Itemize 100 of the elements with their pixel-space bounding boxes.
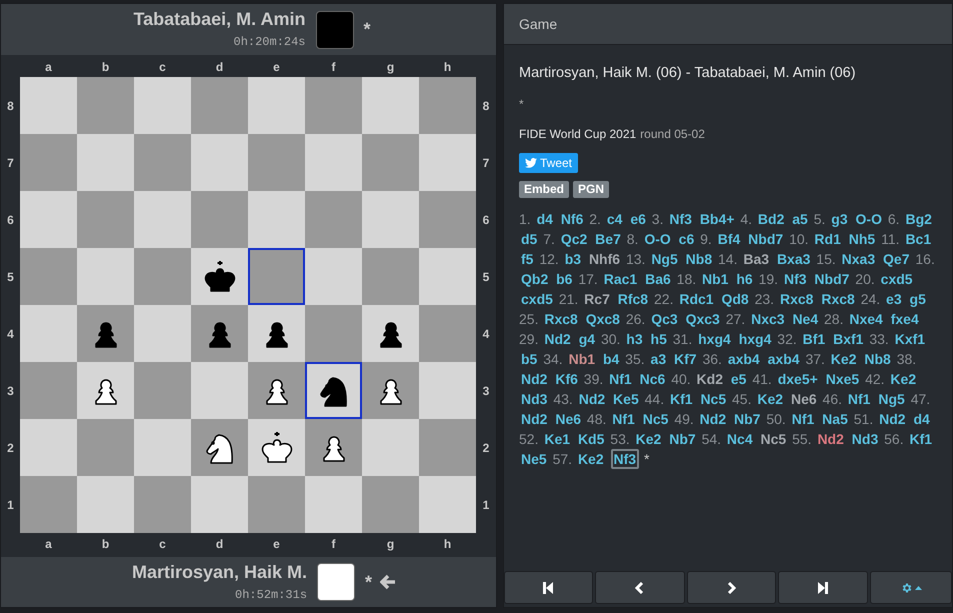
- last-move-button[interactable]: [778, 571, 868, 604]
- move[interactable]: Nd2: [520, 370, 548, 387]
- move[interactable]: Bxa3: [776, 250, 812, 267]
- move[interactable]: Rdc1: [678, 290, 715, 307]
- move[interactable]: g3: [830, 210, 849, 227]
- board-square[interactable]: [191, 419, 248, 476]
- move[interactable]: Nb1: [568, 350, 596, 367]
- move[interactable]: Nc6: [638, 370, 666, 387]
- move[interactable]: Kf6: [554, 370, 579, 387]
- move[interactable]: O-O: [643, 230, 672, 247]
- move[interactable]: Nc5: [642, 410, 670, 427]
- move[interactable]: Qc3: [650, 310, 679, 327]
- move[interactable]: Ne6: [554, 410, 582, 427]
- move[interactable]: Kd2: [696, 370, 724, 387]
- move[interactable]: Ke2: [576, 450, 605, 467]
- move[interactable]: dxe5+: [776, 370, 819, 387]
- move[interactable]: Nb7: [668, 430, 697, 447]
- move[interactable]: Ng5: [877, 390, 906, 407]
- first-move-button[interactable]: [504, 571, 593, 604]
- move[interactable]: hxg4: [738, 330, 772, 347]
- move[interactable]: h3: [625, 330, 644, 347]
- move[interactable]: a5: [791, 210, 809, 227]
- move[interactable]: Nd3: [520, 390, 548, 407]
- move[interactable]: Bg2: [904, 210, 933, 227]
- move[interactable]: Nc4: [726, 430, 754, 447]
- move[interactable]: f5: [520, 250, 534, 267]
- move[interactable]: Ke2: [634, 430, 662, 447]
- move[interactable]: Bc1: [904, 230, 932, 247]
- move[interactable]: Ba6: [644, 270, 672, 287]
- move[interactable]: Ng5: [650, 250, 679, 267]
- move[interactable]: Bf1: [802, 330, 826, 347]
- move[interactable]: Ke2: [889, 370, 918, 387]
- move[interactable]: b3: [564, 250, 582, 267]
- move[interactable]: h5: [650, 330, 668, 347]
- move[interactable]: Ne4: [791, 310, 820, 327]
- move[interactable]: Kd5: [576, 430, 606, 447]
- move[interactable]: Kxf1: [894, 330, 926, 347]
- move[interactable]: Nf3: [610, 448, 640, 469]
- move[interactable]: Nf3: [668, 210, 693, 227]
- move[interactable]: Qxc8: [584, 310, 621, 327]
- move[interactable]: g4: [578, 330, 596, 347]
- board-square[interactable]: [362, 362, 419, 420]
- move[interactable]: Nd2: [698, 410, 728, 427]
- move[interactable]: Be7: [594, 230, 622, 247]
- move[interactable]: Nhf6: [588, 250, 622, 267]
- move[interactable]: Nf1: [611, 410, 636, 427]
- move[interactable]: fxe4: [890, 310, 920, 327]
- move[interactable]: Nbd7: [813, 270, 850, 287]
- move[interactable]: Qe7: [882, 250, 910, 267]
- board-square[interactable]: [305, 419, 362, 476]
- move[interactable]: Nf3: [782, 270, 808, 287]
- move[interactable]: Bd2: [756, 210, 786, 227]
- move[interactable]: Nxe4: [848, 310, 884, 327]
- move[interactable]: Rxc8: [778, 290, 814, 307]
- move[interactable]: Bxf1: [832, 330, 864, 347]
- move[interactable]: c4: [606, 210, 624, 227]
- move[interactable]: cxd5: [880, 270, 914, 287]
- move[interactable]: c6: [678, 230, 696, 247]
- move[interactable]: Rxc8: [820, 290, 856, 307]
- move[interactable]: Rfc8: [616, 290, 650, 307]
- move[interactable]: Nxa3: [840, 250, 876, 267]
- move[interactable]: d5: [520, 230, 538, 247]
- move[interactable]: Nf1: [846, 390, 872, 407]
- move[interactable]: Nd3: [850, 430, 880, 447]
- board-square[interactable]: [191, 248, 248, 306]
- move[interactable]: Nc5: [760, 430, 788, 447]
- move[interactable]: Na5: [821, 410, 849, 427]
- move[interactable]: Ne5: [520, 450, 548, 467]
- move[interactable]: Nd2: [816, 430, 845, 447]
- board-square[interactable]: [248, 419, 305, 476]
- move[interactable]: Nh5: [848, 230, 876, 247]
- move[interactable]: d4: [536, 210, 554, 227]
- move[interactable]: O-O: [854, 210, 883, 227]
- board-square[interactable]: [77, 362, 134, 420]
- move[interactable]: h6: [735, 270, 754, 287]
- move[interactable]: Nd2: [543, 330, 572, 347]
- move[interactable]: Kf1: [668, 390, 694, 407]
- board-square[interactable]: [77, 305, 134, 362]
- move[interactable]: Nf1: [790, 410, 816, 427]
- move[interactable]: Ba3: [742, 250, 770, 267]
- move[interactable]: Nd2: [878, 410, 907, 427]
- move[interactable]: Bf4: [716, 230, 742, 247]
- move[interactable]: Qxc3: [684, 310, 721, 327]
- board-square[interactable]: [248, 305, 305, 362]
- move[interactable]: axb4: [766, 350, 801, 367]
- move[interactable]: Ne6: [790, 390, 818, 407]
- move[interactable]: cxd5: [520, 290, 554, 307]
- move[interactable]: Rd1: [813, 230, 842, 247]
- settings-button[interactable]: [870, 571, 952, 604]
- move[interactable]: b5: [520, 350, 538, 367]
- move[interactable]: Bb4+: [698, 210, 736, 227]
- move[interactable]: Nf6: [560, 210, 584, 227]
- move[interactable]: Rc7: [583, 290, 611, 307]
- move[interactable]: Qc2: [560, 230, 588, 247]
- move[interactable]: a3: [650, 350, 668, 367]
- move[interactable]: Ke2: [830, 350, 858, 367]
- move[interactable]: hxg4: [697, 330, 732, 347]
- move[interactable]: Rxc8: [543, 310, 579, 327]
- action-button[interactable]: PGN: [573, 180, 610, 198]
- move[interactable]: Nb7: [733, 410, 762, 427]
